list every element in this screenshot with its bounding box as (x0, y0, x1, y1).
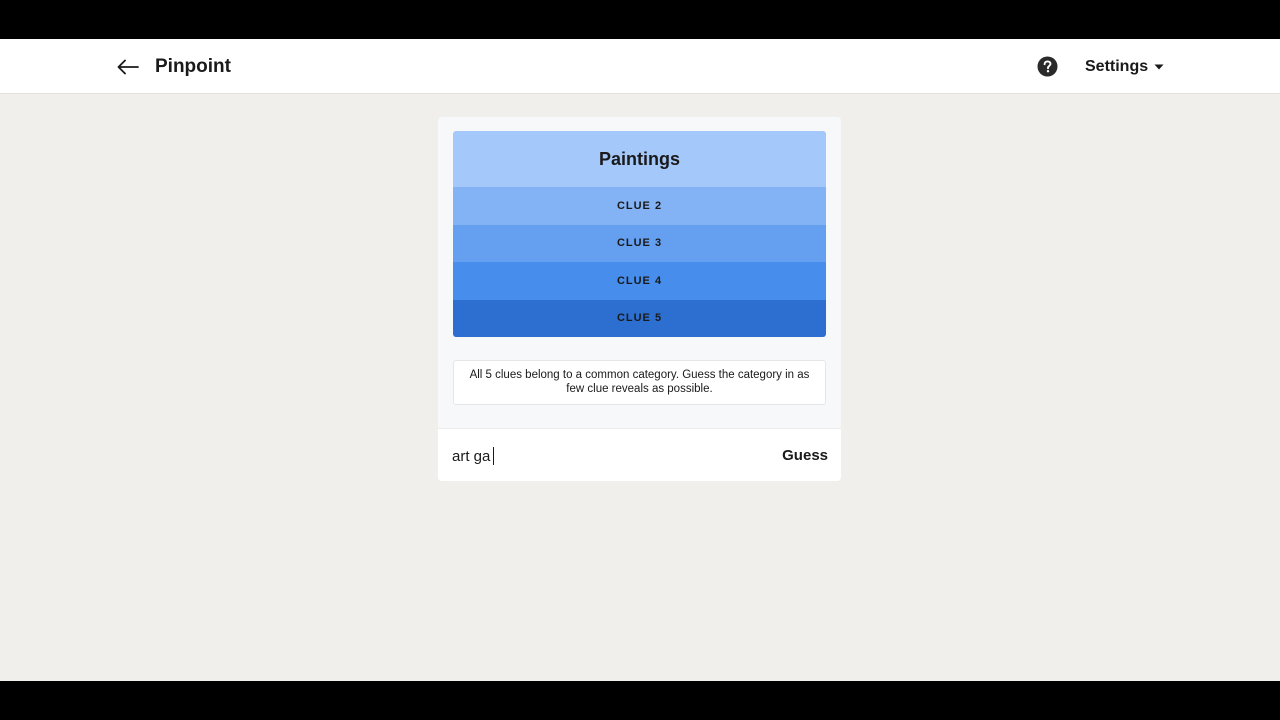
guess-input[interactable] (452, 443, 752, 469)
clue-5-button[interactable]: CLUE 5 (453, 299, 826, 337)
guess-bar: Guess (438, 428, 841, 481)
app-title: Pinpoint (155, 56, 231, 77)
text-caret (493, 447, 494, 465)
clue-3-button[interactable]: CLUE 3 (453, 224, 826, 262)
settings-label: Settings (1085, 58, 1149, 75)
clue-4-button[interactable]: CLUE 4 (453, 262, 826, 300)
letterbox-top (0, 0, 1280, 39)
game-card: Paintings CLUE 2 CLUE 3 CLUE 4 CLUE 5 Al… (438, 117, 841, 481)
app-viewport: Pinpoint Settings Paintings CLUE 2 CLUE … (0, 39, 1280, 681)
top-header: Pinpoint Settings (0, 39, 1280, 94)
clue-1-revealed: Paintings (453, 131, 826, 187)
settings-dropdown[interactable]: Settings (1085, 56, 1164, 78)
letterbox-bottom (0, 681, 1280, 720)
caret-down-icon (1154, 64, 1164, 70)
arrow-left-icon (117, 59, 139, 75)
help-button[interactable] (1037, 56, 1058, 77)
question-circle-icon (1037, 56, 1058, 77)
guess-button[interactable]: Guess (768, 441, 828, 469)
back-button[interactable] (114, 53, 142, 81)
clue-2-button[interactable]: CLUE 2 (453, 187, 826, 225)
clue-stack: Paintings CLUE 2 CLUE 3 CLUE 4 CLUE 5 (453, 131, 826, 337)
instructions-text: All 5 clues belong to a common category.… (453, 360, 826, 405)
